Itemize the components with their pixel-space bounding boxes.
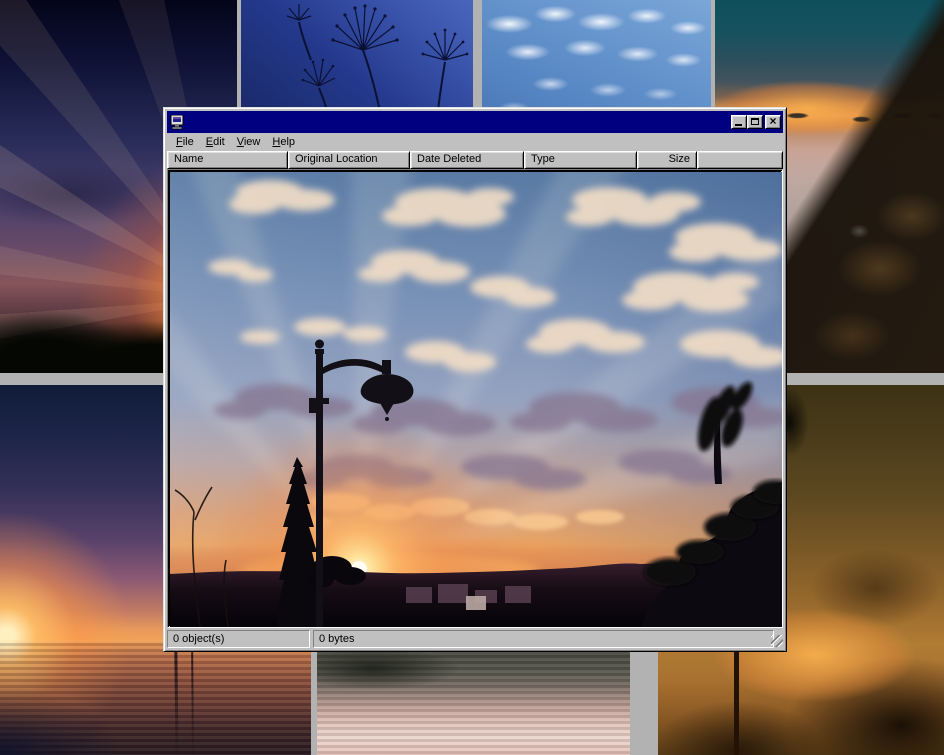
menu-view[interactable]: View [231, 135, 267, 149]
menu-bar: File Edit View Help [167, 133, 783, 151]
computer-icon[interactable] [169, 114, 185, 130]
menu-file[interactable]: File [170, 135, 200, 149]
column-headers: Name Original Location Date Deleted Type… [167, 151, 783, 169]
minimize-icon [735, 124, 742, 126]
status-bar: 0 object(s) 0 bytes [167, 628, 783, 648]
recycle-bin-window: × File Edit View Help Name Original Loca… [163, 107, 787, 652]
column-header-size[interactable]: Size [637, 151, 697, 169]
maximize-button[interactable] [747, 115, 763, 129]
column-header-date-deleted[interactable]: Date Deleted [410, 151, 524, 169]
resize-grip[interactable] [771, 635, 783, 647]
close-icon: × [769, 116, 776, 126]
status-object-count: 0 object(s) [167, 630, 310, 648]
sunset-lamp-photo [170, 172, 782, 627]
status-byte-count: 0 bytes [313, 630, 774, 648]
menu-help[interactable]: Help [266, 135, 301, 149]
column-header-name[interactable]: Name [167, 151, 288, 169]
window-controls: × [731, 115, 781, 129]
wallpaper-photo-water-reflection [317, 652, 630, 755]
minimize-button[interactable] [731, 115, 747, 129]
maximize-icon [751, 118, 759, 125]
file-list-area[interactable] [167, 169, 783, 628]
menu-edit[interactable]: Edit [200, 135, 231, 149]
title-bar[interactable]: × [167, 111, 783, 133]
column-header-original-location[interactable]: Original Location [288, 151, 410, 169]
computer-icon-graphic [170, 115, 185, 130]
close-button[interactable]: × [765, 115, 781, 129]
screen: × File Edit View Help Name Original Loca… [0, 0, 944, 755]
column-header-blank[interactable] [697, 151, 783, 169]
column-header-type[interactable]: Type [524, 151, 637, 169]
